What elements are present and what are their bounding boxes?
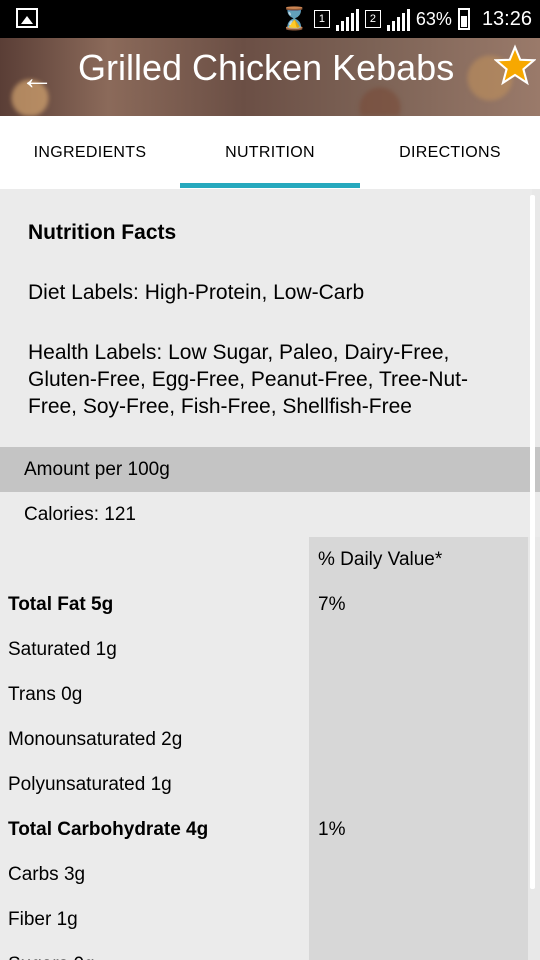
battery-percent: 63% [415, 8, 452, 29]
table-row-dv: 7% [309, 582, 528, 627]
table-row: Monounsaturated 2g [0, 717, 309, 762]
tab-ingredients[interactable]: INGREDIENTS [0, 116, 180, 189]
back-arrow-icon[interactable]: ← [20, 60, 56, 96]
table-row-dv [309, 942, 528, 960]
wifi-icon: ⌛ [280, 6, 308, 31]
nutrition-heading: Nutrition Facts [28, 221, 177, 244]
nutrient-dv: 7% [318, 594, 346, 615]
nutrient-label: Trans 0g [8, 684, 83, 705]
table-header-right: % Daily Value* [309, 537, 528, 582]
nutrient-label: Monounsaturated 2g [8, 729, 183, 750]
health-labels-line-1: Health Labels: Low Sugar, Paleo, Dairy-F… [28, 341, 450, 364]
table-row-dv [309, 672, 528, 717]
page-title: Grilled Chicken Kebabs [78, 47, 455, 88]
daily-value-header: % Daily Value* [318, 549, 443, 570]
nutrient-dv: 1% [318, 819, 346, 840]
nutrient-label: Sugars 0g [8, 942, 95, 960]
nutrient-label: Fiber 1g [8, 909, 78, 930]
tab-bar: INGREDIENTS NUTRITION DIRECTIONS [0, 116, 540, 189]
scrollbar[interactable] [530, 195, 535, 889]
table-row: Total Fat 5g [0, 582, 309, 627]
battery-icon [457, 8, 470, 30]
table-row-dv [309, 897, 528, 942]
favorite-star-icon[interactable] [494, 44, 536, 86]
nutrient-label: Total Carbohydrate 4g [8, 819, 209, 840]
table-row: Polyunsaturated 1g [0, 762, 309, 807]
nutrient-label: Carbs 3g [8, 864, 86, 885]
table-row: Fiber 1g [0, 897, 309, 942]
table-row-dv [309, 717, 528, 762]
table-row-dv: 1% [309, 807, 528, 852]
health-labels-line-3: Free, Soy-Free, Fish-Free, Shellfish-Fre… [28, 395, 412, 418]
tab-directions[interactable]: DIRECTIONS [360, 116, 540, 189]
nutrition-facts-panel: Nutrition Facts Diet Labels: High-Protei… [0, 189, 532, 447]
amount-per-label: Amount per 100g [24, 459, 170, 480]
table-row: Carbs 3g [0, 852, 309, 897]
table-row-dv [309, 852, 528, 897]
active-tab-indicator [180, 183, 360, 188]
nutrition-content: Nutrition Facts Diet Labels: High-Protei… [0, 189, 540, 960]
signal-icon [386, 7, 410, 31]
table-row: Total Carbohydrate 4g [0, 807, 309, 852]
signal-icon [335, 7, 359, 31]
table-row: Sugars 0g [0, 942, 309, 960]
table-row: Saturated 1g [0, 627, 309, 672]
table-row-dv [309, 627, 528, 672]
table-row: Trans 0g [0, 672, 309, 717]
tab-nutrition[interactable]: NUTRITION [180, 116, 360, 189]
gallery-icon [16, 8, 38, 28]
nutrient-label: Saturated 1g [8, 639, 117, 660]
table-row-dv [309, 762, 528, 807]
table-header-left [0, 537, 309, 582]
health-labels-line-2: Gluten-Free, Egg-Free, Peanut-Free, Tree… [28, 368, 469, 391]
status-right: ⌛ 1 2 63% 13:26 [280, 0, 532, 38]
clock: 13:26 [481, 7, 532, 30]
sim1-indicator: 1 [313, 10, 330, 28]
nutrient-label: Total Fat 5g [8, 594, 114, 615]
sim2-indicator: 2 [364, 10, 381, 28]
nutrient-label: Polyunsaturated 1g [8, 774, 172, 795]
calories-row: Calories: 121 [0, 492, 540, 537]
calories-label: Calories: 121 [24, 504, 136, 525]
recipe-header: ← Grilled Chicken Kebabs [0, 38, 540, 116]
status-bar: ⌛ 1 2 63% 13:26 [0, 0, 540, 38]
diet-labels: Diet Labels: High-Protein, Low-Carb [28, 281, 365, 304]
amount-per-row: Amount per 100g [0, 447, 540, 492]
